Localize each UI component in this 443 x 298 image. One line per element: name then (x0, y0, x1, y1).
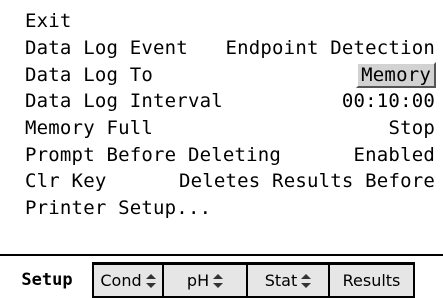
data-log-interval-value: 00:10:00 (341, 90, 435, 113)
menu-item-exit[interactable]: Exit (8, 8, 435, 35)
tab-label: Results (342, 271, 401, 290)
setup-menu: Exit Data Log Event Endpoint Detection D… (8, 8, 436, 222)
tab-label: Stat (264, 271, 298, 290)
menu-item-label: Memory Full (25, 117, 154, 140)
data-log-to-selected-value[interactable]: Memory (356, 61, 436, 88)
clr-key-value: Deletes Results Before (178, 170, 435, 193)
menu-item-label: Clr Key (25, 170, 107, 193)
tab-stat[interactable]: Stat (246, 262, 330, 298)
prompt-before-deleting-value: Enabled (353, 143, 435, 166)
tab-bar: Setup Cond pH Stat Results (0, 262, 443, 298)
memory-full-value: Stop (388, 117, 435, 140)
menu-item-label: Data Log Event (25, 37, 188, 60)
menu-item-prompt-before-deleting[interactable]: Prompt Before Deleting Enabled (8, 141, 435, 168)
menu-item-printer-setup[interactable]: Printer Setup... (8, 195, 435, 222)
menu-item-label: Printer Setup... (25, 197, 212, 220)
tab-ph[interactable]: pH (162, 262, 248, 298)
up-down-arrows-icon (301, 273, 312, 288)
menu-item-clr-key[interactable]: Clr Key Deletes Results Before (8, 168, 435, 195)
menu-item-data-log-to[interactable]: Data Log To Memory (8, 61, 436, 88)
menu-item-label: Data Log Interval (25, 90, 223, 113)
tab-label: Cond (100, 271, 142, 290)
up-down-arrows-icon (145, 273, 156, 288)
tab-cond[interactable]: Cond (92, 262, 164, 298)
tab-setup[interactable]: Setup (0, 262, 94, 298)
menu-item-label: Exit (25, 10, 72, 33)
up-down-arrows-icon (213, 273, 224, 288)
data-log-event-value: Endpoint Detection (225, 37, 435, 60)
menu-item-data-log-interval[interactable]: Data Log Interval 00:10:00 (8, 88, 435, 115)
menu-item-data-log-event[interactable]: Data Log Event Endpoint Detection (8, 35, 435, 62)
tab-results[interactable]: Results (328, 262, 415, 298)
setup-screen: Exit Data Log Event Endpoint Detection D… (0, 0, 443, 298)
menu-item-memory-full[interactable]: Memory Full Stop (8, 115, 435, 142)
tab-label: pH (186, 271, 210, 290)
menu-item-label: Prompt Before Deleting (25, 143, 282, 166)
tab-label: Setup (21, 270, 73, 290)
tab-divider (0, 254, 443, 256)
menu-item-label: Data Log To (25, 63, 154, 86)
